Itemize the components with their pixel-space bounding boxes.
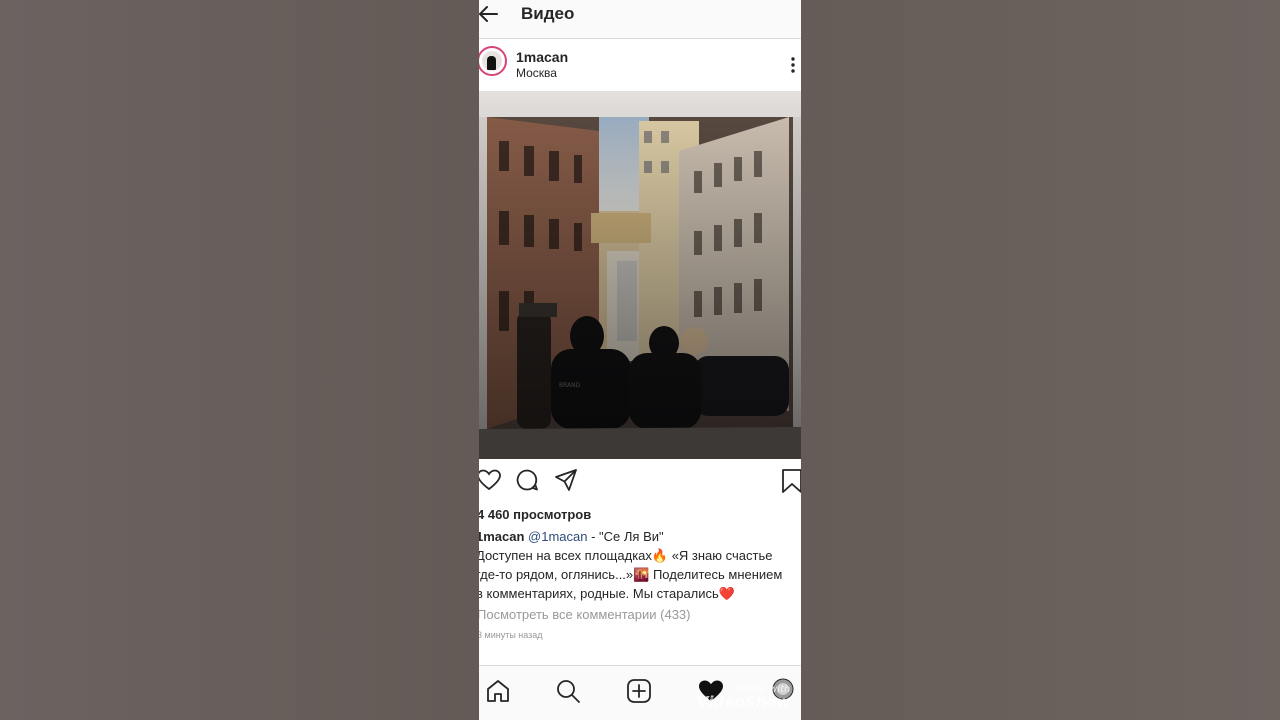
post-timestamp: 3 минуты назад xyxy=(479,630,543,640)
caption-title: - "Се Ля Ви" xyxy=(587,529,664,544)
search-icon[interactable] xyxy=(555,678,581,704)
home-icon[interactable] xyxy=(485,678,511,704)
app-bar: Видео xyxy=(479,0,801,39)
caption-line: где-то рядом, оглянись...»🌇 Поделитесь м… xyxy=(479,567,783,582)
watermark-line2: VideoShow xyxy=(697,693,791,711)
background-left xyxy=(0,0,479,720)
video-frame-image: BRAND xyxy=(479,91,801,459)
caption-line: в комментариях, родные. Мы старались❤️ xyxy=(479,586,735,601)
post-video[interactable]: BRAND xyxy=(479,91,801,459)
caption-username[interactable]: 1macan xyxy=(479,529,524,544)
paper-plane-icon[interactable] xyxy=(554,468,578,492)
avatar[interactable] xyxy=(479,46,507,76)
view-count[interactable]: 4 460 просмотров xyxy=(479,507,591,522)
page-title: Видео xyxy=(521,4,575,23)
view-all-comments-link[interactable]: Посмотреть все комментарии (433) xyxy=(479,607,690,622)
phone-screen: Видео 1macan Москва 4 460 просмотров 1ma… xyxy=(479,0,801,720)
videoshow-watermark: Made with VideoShow xyxy=(697,684,791,711)
bookmark-icon[interactable] xyxy=(781,468,801,494)
add-post-icon[interactable] xyxy=(626,678,652,704)
background-right xyxy=(801,0,1280,720)
post-actions xyxy=(479,468,801,498)
post-header: 1macan Москва xyxy=(479,40,801,90)
back-arrow-icon[interactable] xyxy=(479,4,501,24)
comment-bubble-icon[interactable] xyxy=(515,468,539,492)
post-location[interactable]: Москва xyxy=(516,66,557,80)
heart-outline-icon[interactable] xyxy=(479,468,501,492)
post-username[interactable]: 1macan xyxy=(516,49,568,65)
post-caption: 1macan @1macan - "Се Ля Ви" Доступен на … xyxy=(479,527,801,603)
caption-mention[interactable]: @1macan xyxy=(528,529,587,544)
caption-line: Доступен на всех площадках🔥 «Я знаю счас… xyxy=(479,548,773,563)
more-vertical-icon[interactable] xyxy=(790,56,796,74)
